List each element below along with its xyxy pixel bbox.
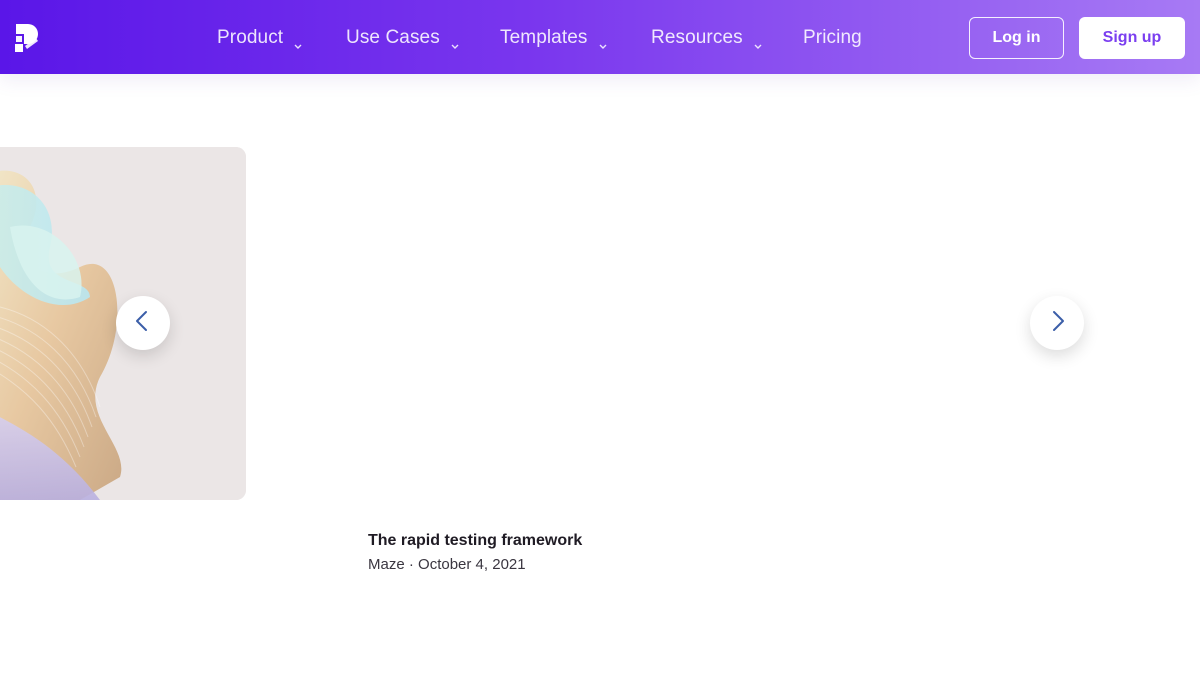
article-title[interactable]: The rapid testing framework bbox=[368, 532, 582, 550]
nav-item-pricing[interactable]: Pricing bbox=[803, 24, 862, 52]
article-date: October 4, 2021 bbox=[418, 556, 526, 573]
sign-up-button[interactable]: Sign up bbox=[1079, 17, 1185, 59]
meta-separator: · bbox=[408, 556, 414, 573]
nav-item-label: Product bbox=[217, 27, 284, 48]
nav-item-label: Resources bbox=[651, 27, 743, 48]
chevron-down-icon bbox=[598, 34, 608, 49]
chevron-down-icon bbox=[753, 34, 763, 49]
nav-item-product[interactable]: Product bbox=[217, 24, 303, 52]
chevron-down-icon bbox=[293, 34, 303, 49]
nav-item-label: Templates bbox=[500, 27, 588, 48]
nav-item-label: Pricing bbox=[803, 27, 862, 48]
nav-item-use-cases[interactable]: Use Cases bbox=[346, 24, 460, 52]
article-meta: Maze · October 4, 2021 bbox=[368, 556, 526, 573]
chevron-down-icon bbox=[450, 34, 460, 49]
carousel-next-button[interactable] bbox=[1030, 296, 1084, 350]
article-author: Maze bbox=[368, 556, 405, 573]
log-in-button[interactable]: Log in bbox=[969, 17, 1064, 59]
nav-item-templates[interactable]: Templates bbox=[500, 24, 608, 52]
nav-item-label: Use Cases bbox=[346, 27, 440, 48]
nav-item-resources[interactable]: Resources bbox=[651, 24, 763, 52]
maze-logo-icon[interactable] bbox=[14, 22, 44, 54]
chevron-right-icon bbox=[1045, 309, 1069, 338]
top-navigation-bar: Product Use Cases Templates Resources Pr… bbox=[0, 0, 1200, 74]
chevron-left-icon bbox=[131, 309, 155, 338]
carousel-prev-button[interactable] bbox=[116, 296, 170, 350]
